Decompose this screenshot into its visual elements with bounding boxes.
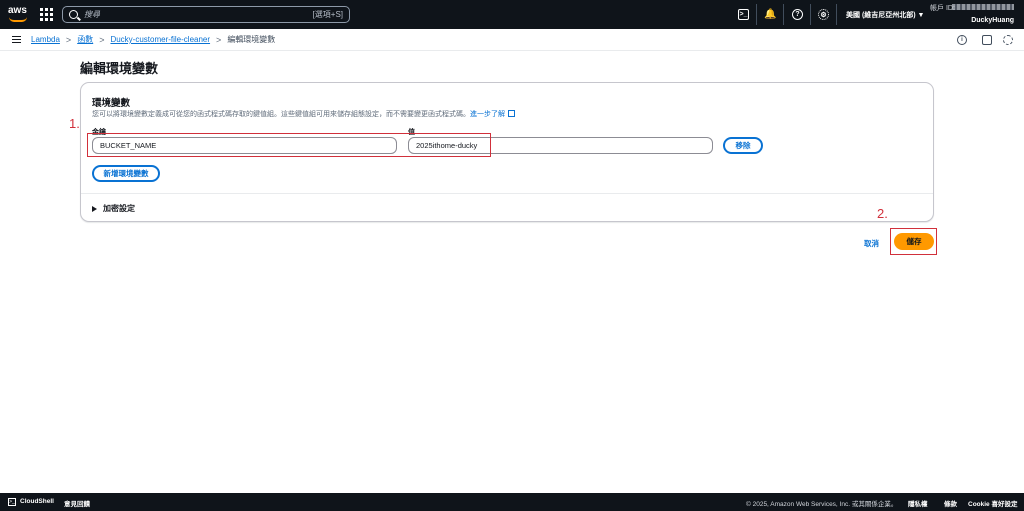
username: DuckyHuang <box>971 17 1014 24</box>
feedback-link[interactable]: 意見回饋 <box>64 498 90 508</box>
external-link-icon <box>508 110 515 117</box>
chevron-right-icon: > <box>65 34 72 45</box>
search-icon <box>69 10 78 19</box>
info-icon[interactable]: i <box>957 35 967 45</box>
cookie-preferences-link[interactable]: Cookie 喜好設定 <box>968 498 1017 508</box>
nav-divider <box>756 4 757 25</box>
breadcrumb-lambda[interactable]: Lambda <box>31 35 60 44</box>
annotation-step-1: 1. <box>69 116 80 131</box>
services-grid-icon[interactable] <box>40 8 53 21</box>
breadcrumb-bar: Lambda > 函數 > Ducky-customer-file-cleane… <box>0 29 1024 51</box>
remove-button[interactable]: 移除 <box>723 137 763 154</box>
page-title: 編輯環境變數 <box>80 61 159 76</box>
learn-more-link[interactable]: 進一步了解 <box>470 111 505 118</box>
search-shortcut: [選項+S] <box>312 10 343 19</box>
menu-icon[interactable] <box>12 36 21 43</box>
cancel-button[interactable]: 取消 <box>864 238 879 249</box>
settings-panel-icon[interactable] <box>1003 35 1013 45</box>
notifications-panel-icon[interactable] <box>982 35 992 45</box>
section-description: 您可以將環境變數定義成可從您的函式程式碼存取的鍵值組。這些鍵值組可用來儲存組態設… <box>92 109 515 119</box>
nav-divider <box>810 4 811 25</box>
breadcrumb-functions[interactable]: 函數 <box>77 34 93 45</box>
search-input[interactable]: 搜尋 [選項+S] <box>62 6 350 23</box>
breadcrumb: Lambda > 函數 > Ducky-customer-file-cleane… <box>31 34 275 45</box>
description-text: 您可以將環境變數定義成可從您的函式程式碼存取的鍵值組。這些鍵值組可用來儲存組態設… <box>92 111 470 118</box>
top-navigation: aws 搜尋 [選項+S] >_ 🔔 ? ⚙ 美國 (維吉尼亞州北部) ▼ 帳戶… <box>0 0 1024 29</box>
cloudshell-icon[interactable]: >_ <box>738 9 749 20</box>
breadcrumb-current: 編輯環境變數 <box>227 35 276 44</box>
annotation-box-2 <box>890 228 937 255</box>
divider <box>81 193 933 194</box>
terms-link[interactable]: 條款 <box>944 498 957 508</box>
chevron-right-icon: > <box>216 34 222 45</box>
aws-logo-text: aws <box>8 5 27 16</box>
gear-icon[interactable]: ⚙ <box>818 9 829 20</box>
privacy-link[interactable]: 隱私權 <box>908 498 928 508</box>
nav-divider <box>783 4 784 25</box>
account-id-redacted <box>952 4 1014 10</box>
encryption-settings-label: 加密設定 <box>103 204 135 213</box>
region-selector[interactable]: 美國 (維吉尼亞州北部) ▼ <box>846 10 924 20</box>
bell-icon[interactable]: 🔔 <box>764 9 776 20</box>
footer: >_ CloudShell 意見回饋 © 2025, Amazon Web Se… <box>0 493 1024 511</box>
add-environment-variable-button[interactable]: 新增環境變數 <box>92 165 160 182</box>
breadcrumb-function-name[interactable]: Ducky-customer-file-cleaner <box>110 35 210 44</box>
help-icon[interactable]: ? <box>792 9 803 20</box>
copyright-text: © 2025, Amazon Web Services, Inc. 或其關係企業… <box>746 501 898 508</box>
account-menu[interactable]: 帳戶 ID: DuckyHuang <box>930 3 1020 26</box>
section-title: 環境變數 <box>92 98 131 109</box>
nav-divider <box>836 4 837 25</box>
cloudshell-link[interactable]: CloudShell <box>20 498 54 505</box>
search-placeholder: 搜尋 <box>84 10 100 19</box>
encryption-settings-expander[interactable]: 加密設定 <box>92 203 135 214</box>
cloudshell-icon[interactable]: >_ <box>8 498 16 506</box>
chevron-right-icon: > <box>99 34 105 45</box>
aws-logo[interactable]: aws <box>8 6 30 23</box>
annotation-step-2: 2. <box>877 206 888 221</box>
annotation-box-1 <box>87 133 491 157</box>
caret-right-icon <box>92 205 97 212</box>
